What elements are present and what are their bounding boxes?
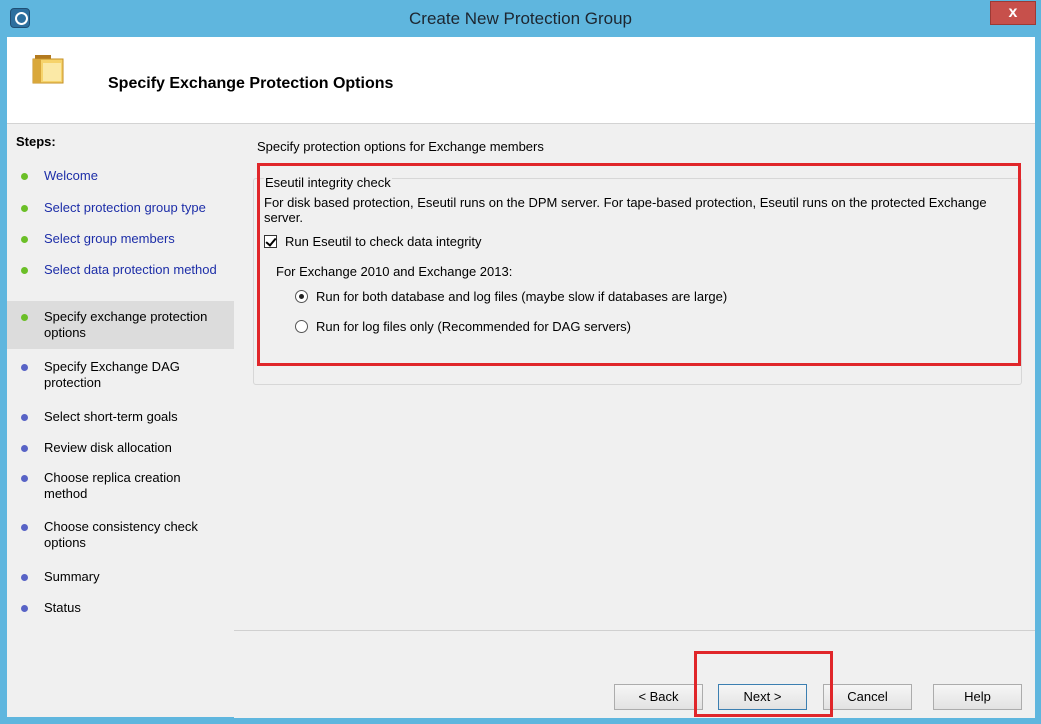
steps-sidebar: Steps: Welcome Select protection group t… xyxy=(7,124,235,717)
step-label: Summary xyxy=(44,569,100,584)
step-status-dot xyxy=(21,445,28,452)
step-label: Select group members xyxy=(44,231,175,246)
step-label: Specify exchange protection options xyxy=(44,309,208,340)
step-status-dot xyxy=(21,574,28,581)
page-title: Specify Exchange Protection Options xyxy=(108,75,394,92)
step-select-data-protection-method[interactable]: Select data protection method xyxy=(7,262,234,278)
next-highlight-box xyxy=(694,651,833,717)
step-status-dot xyxy=(21,205,28,212)
step-specify-exchange-dag-protection[interactable]: Specify Exchange DAG protection xyxy=(7,359,234,391)
step-choose-replica-creation-method[interactable]: Choose replica creation method xyxy=(7,470,234,502)
step-status-dot xyxy=(21,314,28,321)
step-select-group-members[interactable]: Select group members xyxy=(7,231,234,247)
cancel-button[interactable]: Cancel xyxy=(823,684,912,710)
step-summary[interactable]: Summary xyxy=(7,569,234,585)
page-header: Specify Exchange Protection Options xyxy=(7,37,1035,124)
title-bar[interactable]: Create New Protection Group x xyxy=(0,0,1041,37)
step-label: Select short-term goals xyxy=(44,409,178,424)
step-select-short-term-goals[interactable]: Select short-term goals xyxy=(7,409,234,425)
step-status-dot xyxy=(21,524,28,531)
back-button[interactable]: < Back xyxy=(614,684,703,710)
step-label: Choose consistency check options xyxy=(44,519,198,550)
step-welcome[interactable]: Welcome xyxy=(7,168,234,184)
close-button[interactable]: x xyxy=(990,1,1036,25)
step-status-dot xyxy=(21,173,28,180)
step-status-dot xyxy=(21,475,28,482)
step-status-dot xyxy=(21,364,28,371)
step-status-dot xyxy=(21,605,28,612)
help-button[interactable]: Help xyxy=(933,684,1022,710)
step-label: Welcome xyxy=(44,168,98,183)
main-heading: Specify protection options for Exchange … xyxy=(257,139,544,154)
step-review-disk-allocation[interactable]: Review disk allocation xyxy=(7,440,234,456)
dialog-window: Create New Protection Group x Specify Ex… xyxy=(0,0,1041,724)
dialog-body: Specify Exchange Protection Options Step… xyxy=(7,37,1035,718)
main-panel: Specify protection options for Exchange … xyxy=(234,124,1035,718)
step-label: Choose replica creation method xyxy=(44,470,181,501)
step-label: Status xyxy=(44,600,81,615)
step-label: Select data protection method xyxy=(44,262,217,277)
steps-title: Steps: xyxy=(16,134,56,149)
folder-icon xyxy=(32,55,64,84)
step-status-dot xyxy=(21,414,28,421)
step-specify-exchange-protection-options[interactable]: Specify exchange protection options xyxy=(7,301,234,349)
step-label: Specify Exchange DAG protection xyxy=(44,359,180,390)
step-label: Review disk allocation xyxy=(44,440,172,455)
window-title: Create New Protection Group xyxy=(409,9,632,28)
options-highlight-box xyxy=(257,163,1021,366)
step-status-dot xyxy=(21,236,28,243)
button-bar: < Back Next > Cancel Help xyxy=(234,630,1035,718)
step-status-dot xyxy=(21,267,28,274)
step-status[interactable]: Status xyxy=(7,600,234,616)
step-label: Select protection group type xyxy=(44,200,206,215)
step-select-protection-group-type[interactable]: Select protection group type xyxy=(7,200,234,216)
step-choose-consistency-check-options[interactable]: Choose consistency check options xyxy=(7,519,234,551)
